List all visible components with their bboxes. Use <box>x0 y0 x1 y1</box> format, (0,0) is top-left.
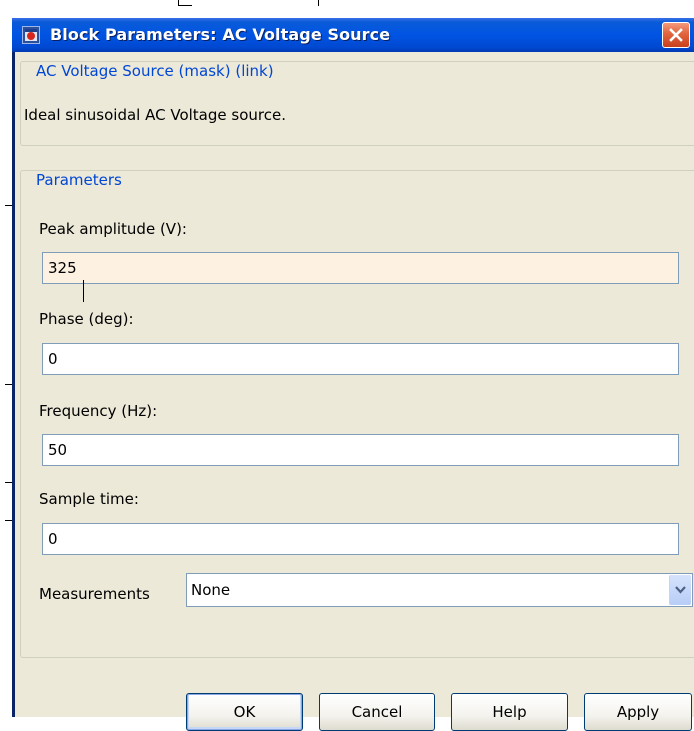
help-button[interactable]: Help <box>451 693 568 731</box>
peak-amplitude-label: Peak amplitude (V): <box>39 220 187 238</box>
backdrop-line <box>5 384 12 385</box>
block-parameters-dialog: Block Parameters: AC Voltage Source AC V… <box>12 18 694 731</box>
text-cursor <box>83 280 84 302</box>
close-icon <box>669 28 683 42</box>
description-text: Ideal sinusoidal AC Voltage source. <box>24 106 286 124</box>
phase-field[interactable] <box>42 343 679 375</box>
window-title: Block Parameters: AC Voltage Source <box>50 25 391 44</box>
close-button[interactable] <box>662 22 690 48</box>
apply-button[interactable]: Apply <box>584 693 692 731</box>
sample-time-label: Sample time: <box>39 490 139 508</box>
backdrop-line <box>318 0 319 6</box>
chevron-down-icon <box>675 586 686 594</box>
title-bar[interactable]: Block Parameters: AC Voltage Source <box>12 18 694 52</box>
dropdown-arrow-button[interactable] <box>669 575 691 605</box>
backdrop-line <box>178 5 192 6</box>
sample-time-field[interactable] <box>42 523 679 555</box>
backdrop-line <box>5 482 12 483</box>
phase-label: Phase (deg): <box>39 310 134 328</box>
measurements-label: Measurements <box>39 585 150 603</box>
frequency-field[interactable] <box>42 434 679 466</box>
measurements-dropdown[interactable]: None <box>186 573 693 607</box>
peak-amplitude-field[interactable] <box>42 252 679 284</box>
measurements-selected-value: None <box>191 581 231 599</box>
simulink-block-icon <box>22 26 40 44</box>
frequency-label: Frequency (Hz): <box>39 402 158 420</box>
cancel-button[interactable]: Cancel <box>319 693 435 731</box>
description-legend: AC Voltage Source (mask) (link) <box>33 62 277 80</box>
backdrop-line <box>5 520 12 521</box>
backdrop-line <box>5 205 12 206</box>
parameters-legend: Parameters <box>33 171 125 189</box>
ok-button[interactable]: OK <box>186 693 303 731</box>
dialog-body: AC Voltage Source (mask) (link) Ideal si… <box>15 52 694 731</box>
